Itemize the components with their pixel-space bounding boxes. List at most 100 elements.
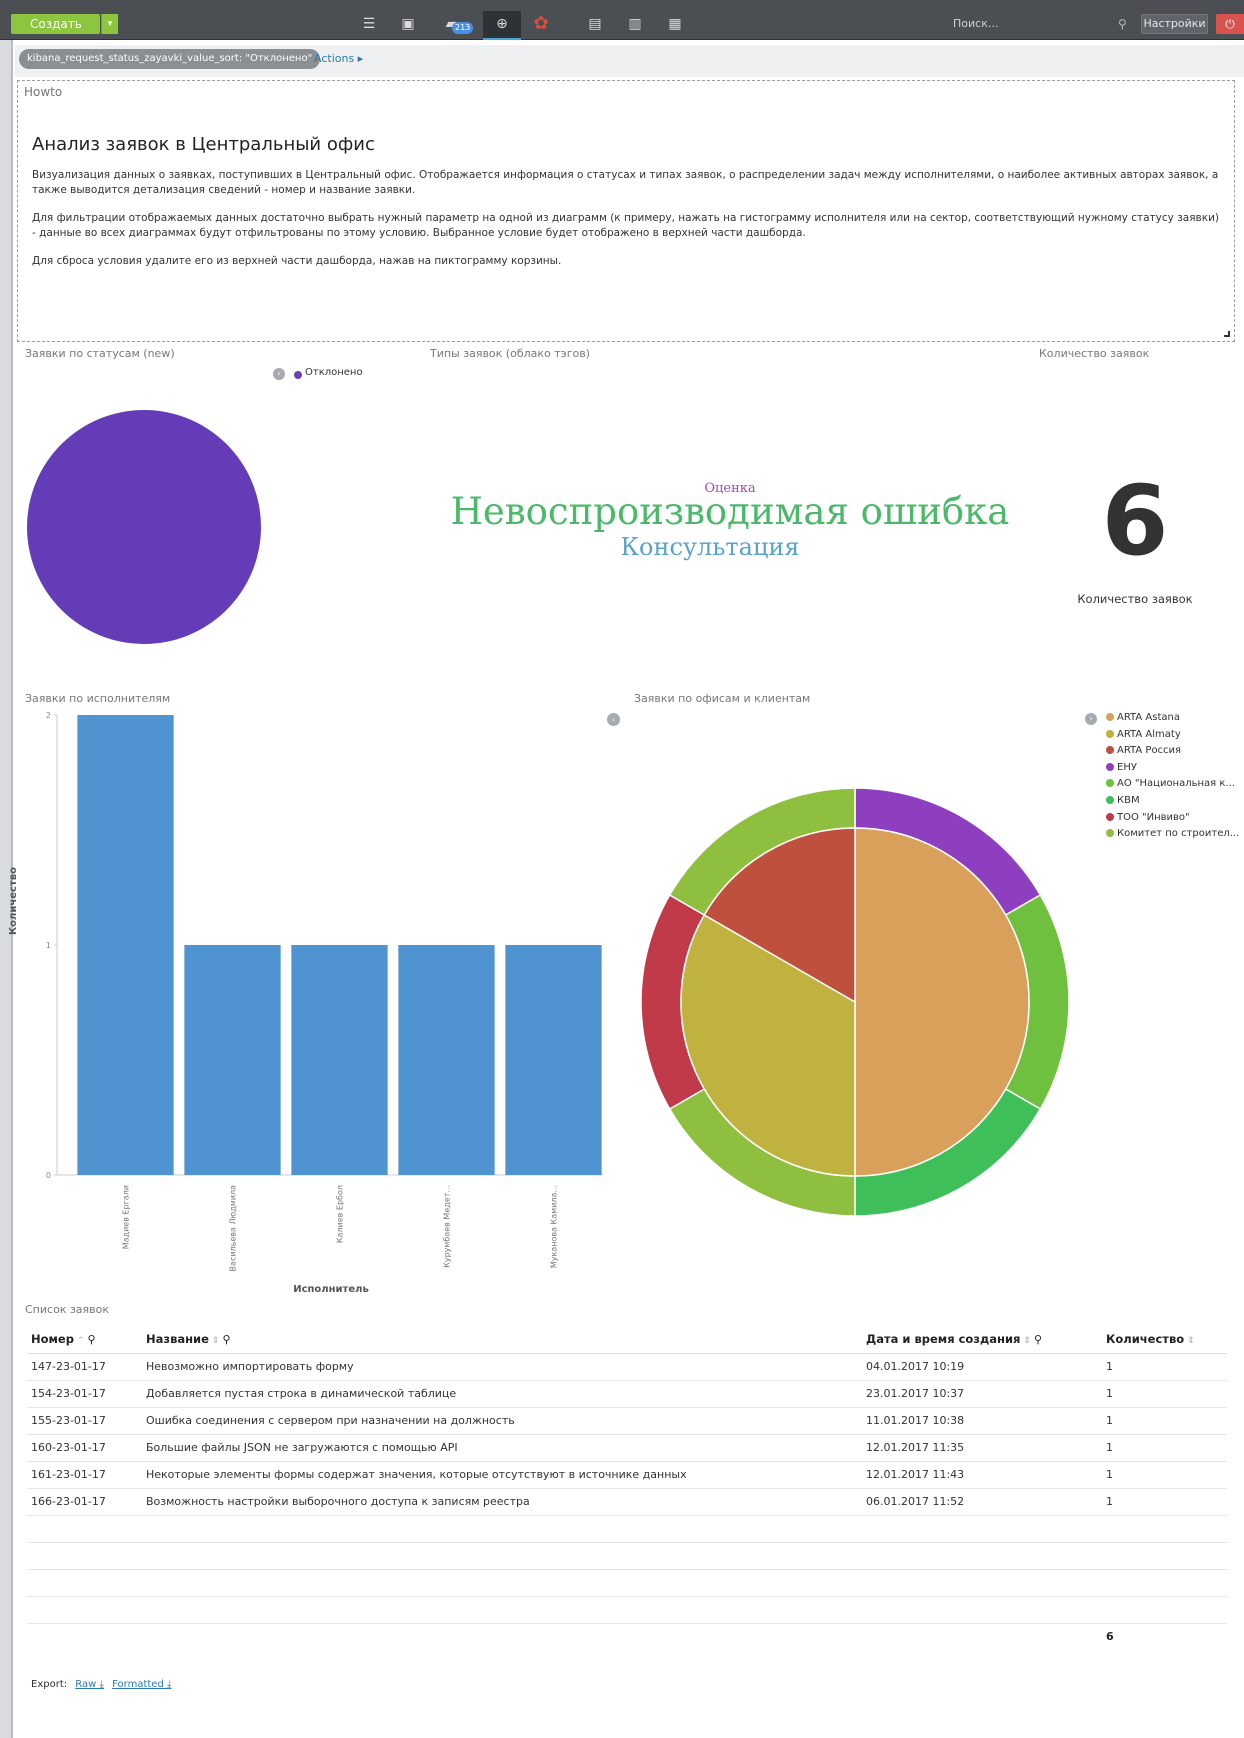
- table-cell: Большие файлы JSON не загружаются с помо…: [142, 1434, 862, 1462]
- howto-panel: Howto Анализ заявок в Центральный офис В…: [17, 80, 1235, 342]
- table-row: 161-23-01-17 Некоторые элементы формы сод…: [27, 1461, 1227, 1489]
- column-header-number[interactable]: Номер ⌃ ⚲: [27, 1326, 142, 1354]
- x-tick-label: Курумбаев Медет...: [443, 1185, 452, 1268]
- legend-label: ARTA Astana: [1117, 712, 1180, 723]
- legend-item[interactable]: Комитет по строител...: [1106, 828, 1239, 844]
- sort-asc-icon[interactable]: ⌃: [77, 1336, 85, 1346]
- search-icon[interactable]: ⚲: [88, 1333, 96, 1346]
- status-pie-slice[interactable]: [27, 410, 261, 644]
- table-cell: [27, 1515, 142, 1543]
- legend-item[interactable]: ARTA Россия: [1106, 745, 1181, 761]
- column-header-label: Номер: [31, 1332, 74, 1347]
- create-button[interactable]: Создать: [11, 14, 100, 34]
- settings-button[interactable]: Настройки: [1141, 14, 1208, 34]
- bar[interactable]: [184, 945, 281, 1175]
- table-cell: [862, 1515, 1102, 1543]
- table-cell: [142, 1515, 862, 1543]
- table-cell: [27, 1569, 142, 1597]
- bar[interactable]: [505, 945, 602, 1175]
- table-cell: [1102, 1542, 1227, 1570]
- table-header-row: Номер ⌃ ⚲ Название ⇕ ⚲ Дата и время создания…: [27, 1326, 1227, 1354]
- legend-label: КВМ: [1117, 795, 1140, 806]
- resize-handle[interactable]: [1224, 331, 1230, 337]
- filter-pill[interactable]: kibana_request_status_zayavki_value_sort…: [19, 49, 321, 69]
- howto-paragraph-3: Для сброса условия удалите его из верхне…: [32, 255, 562, 267]
- bar[interactable]: [291, 945, 388, 1175]
- tag-cloud-word[interactable]: Консультация: [540, 533, 880, 561]
- search-icon[interactable]: ⚲: [1118, 14, 1127, 34]
- column-header-label: Дата и время создания: [866, 1332, 1021, 1347]
- search-icon[interactable]: ⚲: [1034, 1333, 1042, 1346]
- legend-item[interactable]: КВМ: [1106, 795, 1140, 811]
- table-cell: 1: [1102, 1353, 1227, 1381]
- id-card-icon[interactable]: ▦: [664, 14, 686, 34]
- power-icon[interactable]: ⏻: [1216, 14, 1244, 34]
- sort-icon[interactable]: ⇕: [1187, 1336, 1195, 1346]
- table-empty-row: [27, 1596, 1227, 1624]
- table-cell: 1: [1102, 1488, 1227, 1516]
- table-cell: 1: [1102, 1461, 1227, 1489]
- create-dropdown-caret[interactable]: ▾: [101, 14, 118, 34]
- list-icon[interactable]: ☰: [358, 14, 380, 34]
- legend-label: Комитет по строител...: [1117, 828, 1240, 840]
- logo-icon[interactable]: ✿: [530, 14, 552, 34]
- actions-link[interactable]: Actions ▸: [314, 49, 363, 69]
- bar[interactable]: [398, 945, 495, 1175]
- column-header-date[interactable]: Дата и время создания ⇕ ⚲: [862, 1326, 1102, 1354]
- x-tick-label: Калиев Ербол: [336, 1185, 345, 1243]
- legend-item[interactable]: ЕНУ: [1106, 762, 1137, 778]
- table-cell: 06.01.2017 11:52: [862, 1488, 1102, 1516]
- legend-toggle-icon[interactable]: ›: [273, 368, 285, 380]
- status-legend-label[interactable]: Отклонено: [305, 367, 363, 378]
- y-tick-label: 1: [46, 941, 51, 950]
- legend-dot: [1106, 812, 1114, 821]
- table-cell: [142, 1542, 862, 1570]
- howto-paragraph-1: Визуализация данных о заявках, поступивш…: [32, 169, 1219, 196]
- export-raw-link[interactable]: Raw ⤓: [75, 1679, 104, 1690]
- legend-label: ARTA Россия: [1117, 745, 1182, 757]
- table-cell: Добавляется пустая строка в динамической…: [142, 1380, 862, 1408]
- globe-icon: ⊕: [496, 16, 508, 32]
- offices-donut-chart: [640, 787, 1070, 1217]
- legend-dot: [1106, 762, 1114, 771]
- search-icon[interactable]: ⚲: [222, 1333, 230, 1346]
- calendar-icon[interactable]: ▣: [397, 14, 419, 34]
- table-cell: [142, 1569, 862, 1597]
- search-input[interactable]: Поиск...: [949, 14, 1139, 34]
- table-cell: 161-23-01-17: [27, 1461, 142, 1489]
- sort-icon[interactable]: ⇕: [212, 1336, 220, 1346]
- filter-bar: kibana_request_status_zayavki_value_sort…: [15, 45, 1244, 77]
- legend-dot: [1106, 713, 1114, 721]
- tag-cloud-word[interactable]: Невоспроизводимая ошибка: [440, 490, 1020, 533]
- offices-panel-title: Заявки по офисам и клиентам: [634, 692, 811, 705]
- legend-dot: [1106, 746, 1114, 755]
- howto-heading: Анализ заявок в Центральный офис: [32, 134, 375, 155]
- table-total: 6: [1106, 1630, 1114, 1643]
- table-row: 155-23-01-17 Ошибка соединения с сервером…: [27, 1407, 1227, 1435]
- column-header-count[interactable]: Количество ⇕: [1102, 1326, 1227, 1354]
- table-empty-row: [27, 1569, 1227, 1597]
- console-icon[interactable]: ▤: [584, 14, 606, 34]
- table-cell: [1102, 1596, 1227, 1624]
- legend-item[interactable]: ARTA Almaty: [1106, 729, 1181, 745]
- column-header-name[interactable]: Название ⇕ ⚲: [142, 1326, 862, 1354]
- x-axis-label: Исполнитель: [293, 1284, 369, 1295]
- export-formatted-link[interactable]: Formatted ⤓: [112, 1679, 171, 1690]
- bar-chart-icon[interactable]: ▥: [624, 14, 646, 34]
- sort-icon[interactable]: ⇕: [1023, 1336, 1031, 1346]
- legend-toggle-icon[interactable]: ›: [1085, 713, 1097, 725]
- legend-item[interactable]: ТОО "Инвиво": [1106, 812, 1190, 828]
- top-navbar: Создать ▾ ☰ ▣ ▰ 213 ⊕ ✿ ▤ ▥ ▦ Поиск... ⚲…: [0, 0, 1244, 40]
- legend-label: ТОО "Инвиво": [1117, 811, 1190, 823]
- y-tick-label: 0: [46, 1171, 51, 1180]
- collapse-arrow-icon[interactable]: ‹: [607, 713, 620, 726]
- table-cell: [862, 1596, 1102, 1624]
- tab-active-globe[interactable]: ⊕: [483, 11, 521, 40]
- legend-item[interactable]: ARTA Astana: [1106, 712, 1180, 728]
- table-cell: 160-23-01-17: [27, 1434, 142, 1462]
- column-header-label: Количество: [1106, 1332, 1185, 1347]
- tags-panel-title: Типы заявок (облако тэгов): [430, 347, 590, 360]
- bar[interactable]: [77, 715, 174, 1175]
- legend-dot: [294, 371, 302, 379]
- legend-item[interactable]: АО "Национальная к...: [1106, 778, 1235, 794]
